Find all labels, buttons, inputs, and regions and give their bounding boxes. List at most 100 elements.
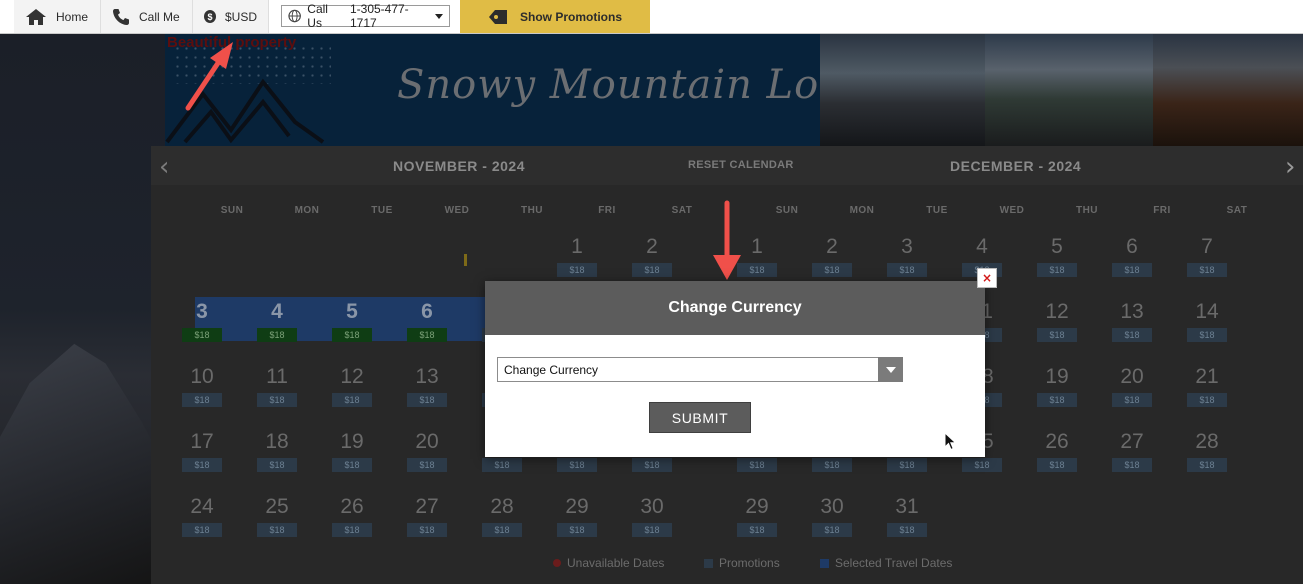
day-price: $18 (482, 458, 522, 472)
day-cell-dec-21[interactable]: 21 $18 (1177, 364, 1237, 424)
previous-month-icon[interactable]: ‹ (159, 152, 169, 182)
header-photo-lake (985, 34, 1153, 146)
day-cell-nov-30[interactable]: 30 $18 (622, 494, 682, 554)
day-number: 29 (745, 495, 769, 518)
day-cell-nov-28[interactable]: 28 $18 (472, 494, 532, 554)
day-cell-nov-20[interactable]: 20 $18 (397, 429, 457, 489)
currency-icon: $ (204, 10, 216, 23)
tag-icon (489, 9, 507, 24)
currency-label: $USD (224, 9, 257, 24)
day-cell-nov-12[interactable]: 12 $18 (322, 364, 382, 424)
day-price: $18 (632, 458, 672, 472)
day-cell-nov-4[interactable]: 4 $18 (247, 299, 307, 359)
weekday-tue: TUE (371, 205, 393, 216)
day-number: 4 (271, 300, 283, 323)
mouse-cursor-icon (944, 432, 957, 451)
day-cell-dec-14[interactable]: 14 $18 (1177, 299, 1237, 359)
submit-button[interactable]: SUBMIT (649, 402, 751, 433)
home-button[interactable]: Home (14, 0, 101, 33)
brand-name: Snowy Mountain Lodge (397, 62, 820, 108)
day-number: 2 (646, 235, 658, 258)
home-label: Home (56, 9, 89, 24)
day-cell-dec-26[interactable]: 26 $18 (1027, 429, 1087, 489)
day-cell-nov-29[interactable]: 29 $18 (547, 494, 607, 554)
day-number: 30 (820, 495, 844, 518)
day-number: 14 (1195, 300, 1219, 323)
day-price: $18 (332, 393, 372, 407)
day-cell-dec-30[interactable]: 30 $18 (802, 494, 862, 554)
legend-selected-label: Selected Travel Dates (835, 556, 953, 570)
day-cell-nov-11[interactable]: 11 $18 (247, 364, 307, 424)
change-currency-modal: Change Currency Change Currency SUBMIT (485, 281, 985, 457)
day-cell-nov-18[interactable]: 18 $18 (247, 429, 307, 489)
day-number: 4 (976, 235, 988, 258)
day-price: $18 (887, 523, 927, 537)
day-cell-nov-17[interactable]: 17 $18 (172, 429, 232, 489)
day-price: $18 (407, 393, 447, 407)
background-scenery (0, 34, 165, 584)
day-cell-dec-28[interactable]: 28 $18 (1177, 429, 1237, 489)
day-price: $18 (332, 328, 372, 342)
currency-select[interactable]: Change Currency (497, 357, 903, 382)
day-price: $18 (632, 263, 672, 277)
legend-unavailable: Unavailable Dates (553, 556, 664, 570)
day-cell-nov-24[interactable]: 24 $18 (172, 494, 232, 554)
show-promotions-button[interactable]: Show Promotions (460, 0, 650, 33)
reset-calendar-button[interactable]: RESET CALENDAR (688, 159, 794, 171)
day-price: $18 (812, 458, 852, 472)
day-cell-dec-7[interactable]: 7 $18 (1177, 234, 1237, 294)
day-cell-nov-27[interactable]: 27 $18 (397, 494, 457, 554)
day-cell-nov-13[interactable]: 13 $18 (397, 364, 457, 424)
day-cell-nov-5[interactable]: 5 $18 (322, 299, 382, 359)
weekday-mon: MON (294, 205, 320, 216)
day-price: $18 (1112, 393, 1152, 407)
currency-button[interactable]: $ $USD (193, 0, 269, 33)
day-price: $18 (257, 458, 297, 472)
weekday-fri: FRI (598, 205, 616, 216)
day-cell-dec-31[interactable]: 31 $18 (877, 494, 937, 554)
selected-swatch-icon (820, 558, 829, 568)
day-price: $18 (557, 523, 597, 537)
day-cell-dec-13[interactable]: 13 $18 (1102, 299, 1162, 359)
day-cell-nov-26[interactable]: 26 $18 (322, 494, 382, 554)
next-month-icon[interactable]: › (1285, 152, 1295, 182)
select-toggle[interactable] (878, 357, 903, 382)
day-cell-dec-29[interactable]: 29 $18 (727, 494, 787, 554)
day-price: $18 (1112, 328, 1152, 342)
day-cell-nov-25[interactable]: 25 $18 (247, 494, 307, 554)
day-price: $18 (482, 523, 522, 537)
day-cell-nov-6[interactable]: 6 $18 (397, 299, 457, 359)
day-cell-nov-19[interactable]: 19 $18 (322, 429, 382, 489)
call-me-button[interactable]: Call Me (101, 0, 193, 33)
day-price: $18 (182, 458, 222, 472)
close-icon[interactable]: × (977, 268, 997, 288)
day-cell-dec-5[interactable]: 5 $18 (1027, 234, 1087, 294)
day-price: $18 (257, 328, 297, 342)
day-cell-dec-19[interactable]: 19 $18 (1027, 364, 1087, 424)
day-number: 5 (1051, 235, 1063, 258)
day-number: 20 (1120, 365, 1144, 388)
day-cell-dec-6[interactable]: 6 $18 (1102, 234, 1162, 294)
day-cell-dec-27[interactable]: 27 $18 (1102, 429, 1162, 489)
day-cell-nov-3[interactable]: 3 $18 (172, 299, 232, 359)
day-price: $18 (812, 263, 852, 277)
day-number: 24 (190, 495, 214, 518)
day-cell-dec-12[interactable]: 12 $18 (1027, 299, 1087, 359)
day-number: 3 (196, 300, 208, 323)
call-us-dropdown[interactable]: Call Us 1-305-477-1717 (281, 2, 450, 30)
day-number: 12 (1045, 300, 1069, 323)
day-cell-nov-10[interactable]: 10 $18 (172, 364, 232, 424)
weekday-tue: TUE (926, 205, 948, 216)
day-price: $18 (1112, 458, 1152, 472)
call-us-number: 1-305-477-1717 (349, 2, 409, 30)
day-cell-dec-20[interactable]: 20 $18 (1102, 364, 1162, 424)
weekday-fri: FRI (1153, 205, 1171, 216)
legend-promotions: Promotions (704, 556, 780, 570)
day-price: $18 (557, 458, 597, 472)
day-price: $18 (737, 263, 777, 277)
day-price: $18 (257, 523, 297, 537)
header-banner: Beautiful property Snowy Mountain Lodge (165, 34, 820, 146)
day-number: 7 (1201, 235, 1213, 258)
weekday-mon: MON (849, 205, 875, 216)
day-price: $18 (1187, 458, 1227, 472)
